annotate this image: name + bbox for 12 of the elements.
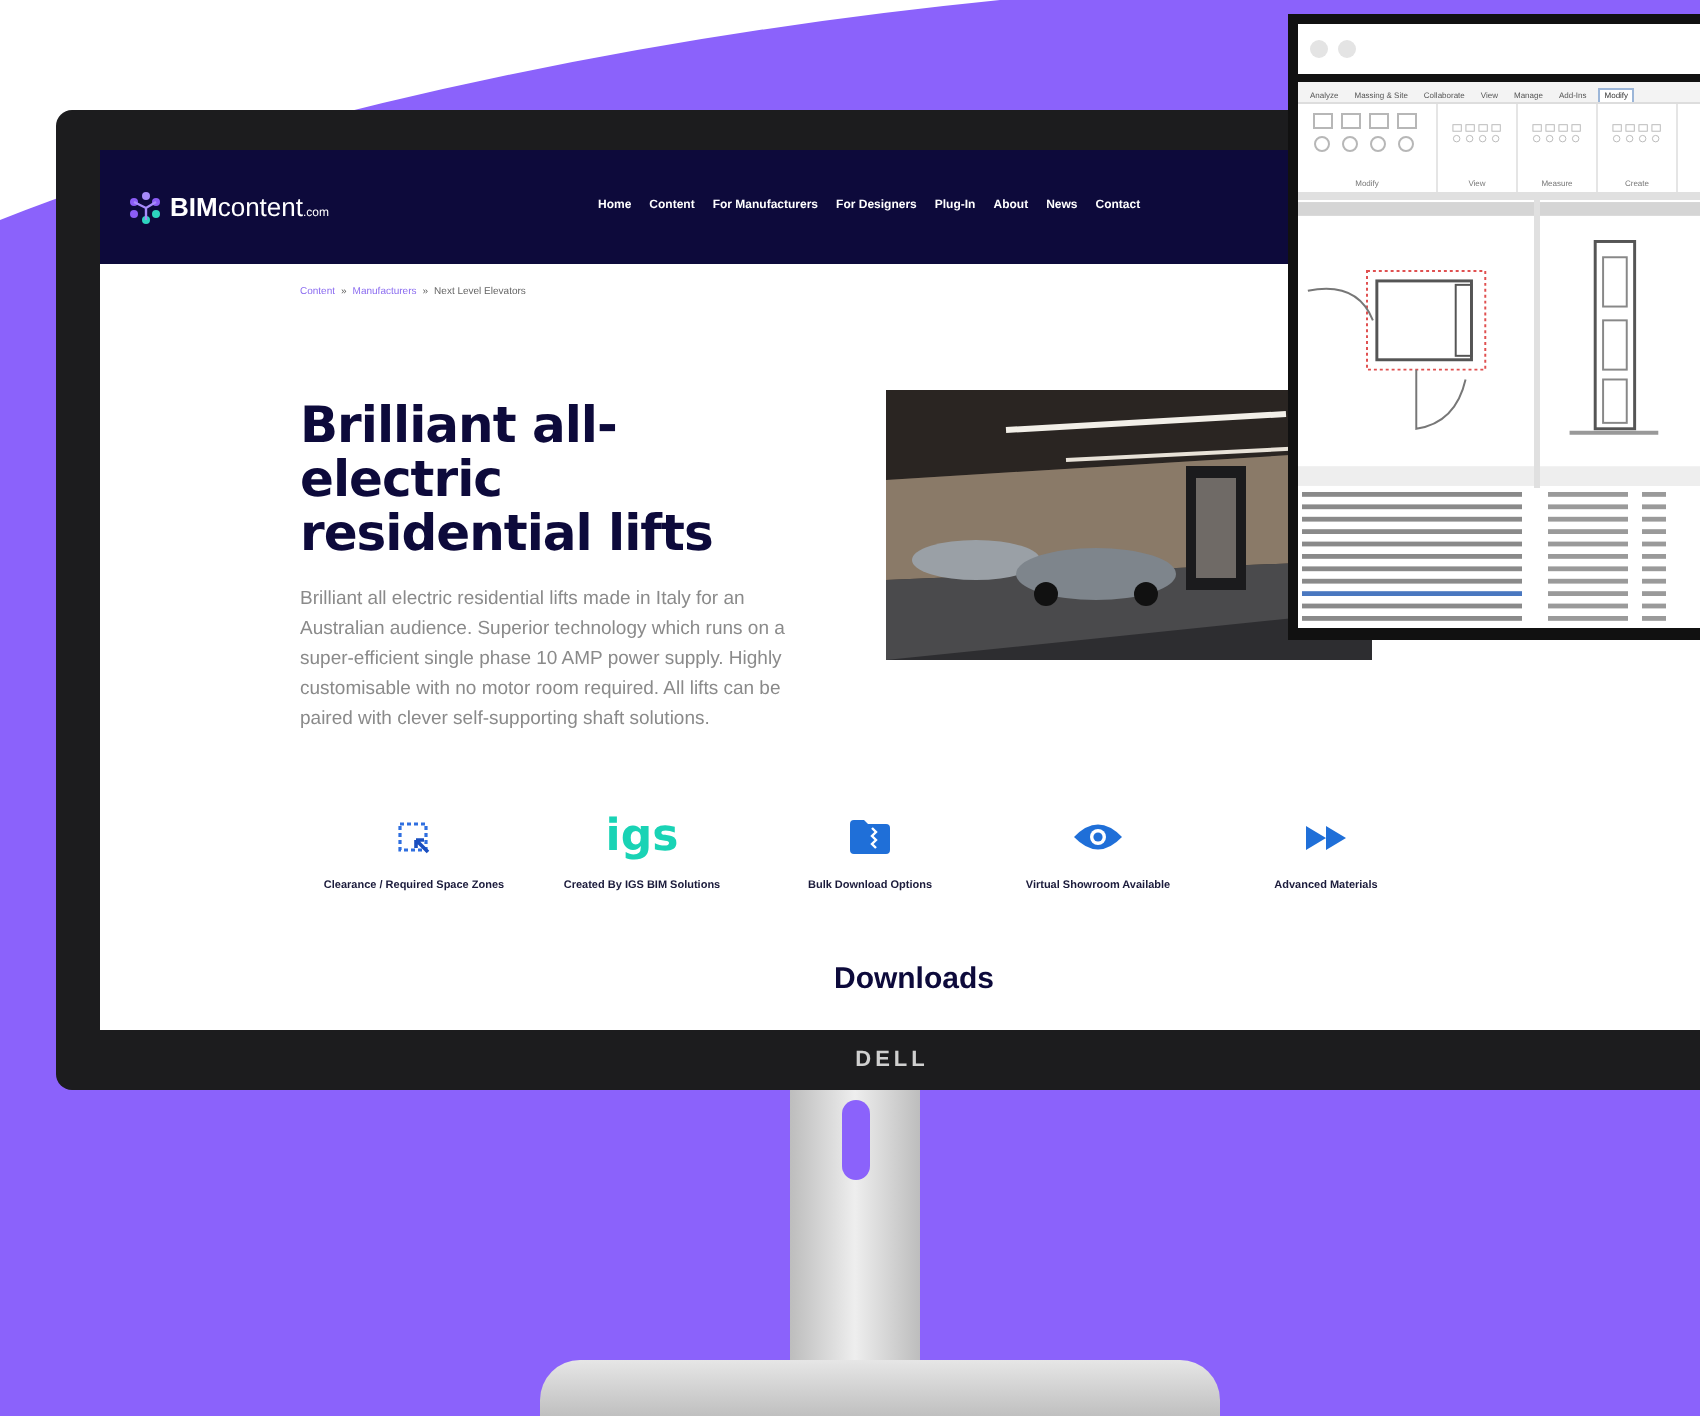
section-heading: Downloads	[831, 959, 996, 1000]
cable-hole	[841, 1100, 869, 1180]
page-heading: Brilliant all-electric residential lifts	[300, 397, 715, 559]
eye-icon	[1074, 822, 1122, 852]
selection-icon	[398, 821, 430, 853]
fast-forward-icon	[1306, 825, 1346, 849]
description: Brilliant all electric residential lifts made in Italy for an Australian audience. Superior technology which runs on a super-efficient single phase 10 AMP power supply. Highly customisable with no motor room required. All lifts can be paired with clever self-supporting shaft solutions.	[300, 585, 787, 733]
folder-icon	[850, 820, 890, 854]
tool-icons[interactable]	[1311, 110, 1423, 158]
monitor-brand: DELL	[855, 1045, 929, 1076]
igs-logo: igs	[605, 815, 679, 859]
logo-icon	[128, 191, 162, 223]
